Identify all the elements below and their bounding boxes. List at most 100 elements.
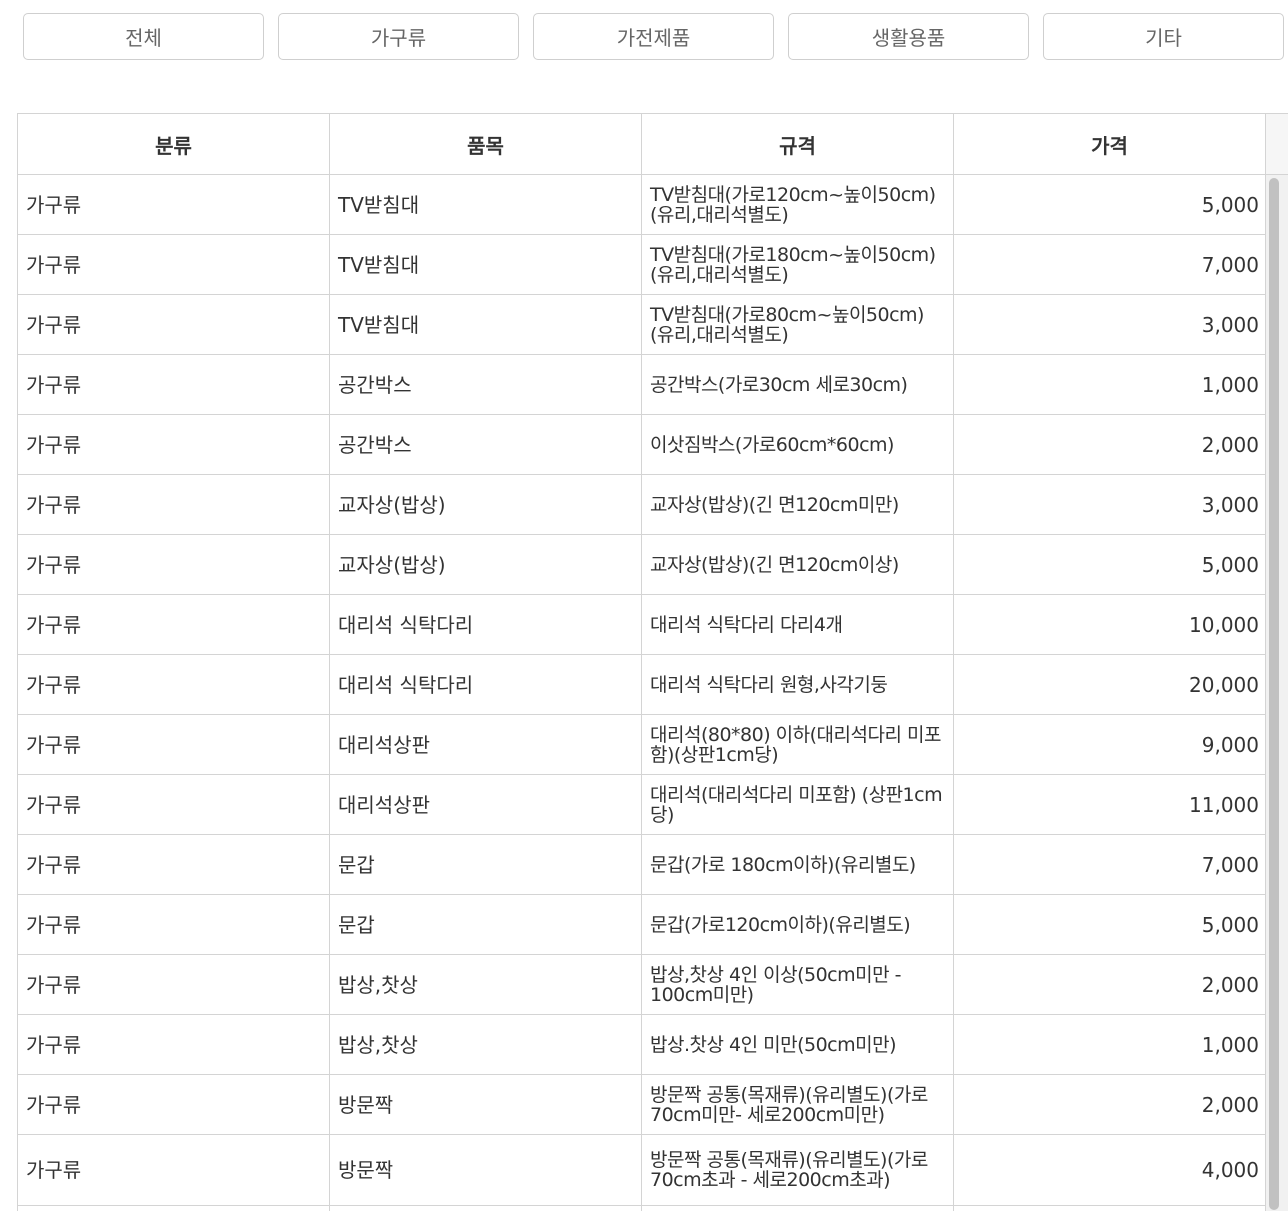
cell-item	[330, 1206, 642, 1211]
cell-item: 교자상(밥상)	[330, 475, 642, 534]
cell-item: 문갑	[330, 895, 642, 954]
cell-item: 대리석상판	[330, 715, 642, 774]
cell-category: 가구류	[18, 415, 330, 474]
cell-spec: 교자상(밥상)(긴 면120cm미만)	[642, 475, 954, 534]
cell-spec: 대리석(대리석다리 미포함) (상판1cm당)	[642, 775, 954, 834]
cell-category: 가구류	[18, 235, 330, 294]
cell-price: 5,000	[954, 175, 1266, 234]
cell-spec: 문갑(가로120cm이하)(유리별도)	[642, 895, 954, 954]
cell-category: 가구류	[18, 895, 330, 954]
filter-household-button[interactable]: 생활용품	[788, 13, 1029, 60]
header-scroll-spacer	[1266, 114, 1288, 174]
table-body: 가구류 TV받침대 TV받침대(가로120cm~높이50cm)(유리,대리석별도…	[18, 175, 1266, 1211]
cell-spec: 방문짝 공통(목재류)(유리별도)(가로70cm미만- 세로200cm미만)	[642, 1075, 954, 1134]
cell-item: 밥상,찻상	[330, 955, 642, 1014]
cell-price: 10,000	[954, 595, 1266, 654]
cell-spec: 대리석 식탁다리 원형,사각기둥	[642, 655, 954, 714]
table-row[interactable]: 가구류 밥상,찻상 밥상.찻상 4인 미만(50cm미만) 1,000	[18, 1015, 1266, 1075]
cell-category: 가구류	[18, 835, 330, 894]
cell-item: 교자상(밥상)	[330, 535, 642, 594]
cell-price: 3,000	[954, 475, 1266, 534]
table-row[interactable]: 가구류 대리석상판 대리석(대리석다리 미포함) (상판1cm당) 11,000	[18, 775, 1266, 835]
cell-spec: 방문짝 공통(목재류)(유리별도)(가로70cm초과 - 세로200cm초과)	[642, 1135, 954, 1205]
filter-appliances-button[interactable]: 가전제품	[533, 13, 774, 60]
table-row[interactable]: 가구류 교자상(밥상) 교자상(밥상)(긴 면120cm이상) 5,000	[18, 535, 1266, 595]
cell-spec: 밥상,찻상 4인 이상(50cm미만 - 100cm미만)	[642, 955, 954, 1014]
cell-spec: 공간박스(가로30cm 세로30cm)	[642, 355, 954, 414]
filter-furniture-button[interactable]: 가구류	[278, 13, 519, 60]
cell-category: 가구류	[18, 175, 330, 234]
table-row[interactable]: 가구류 TV받침대 TV받침대(가로80cm~높이50cm)(유리,대리석별도)…	[18, 295, 1266, 355]
table-row[interactable]: 가구류 대리석상판 대리석(80*80) 이하(대리석다리 미포함)(상판1cm…	[18, 715, 1266, 775]
cell-item: 공간박스	[330, 415, 642, 474]
header-category: 분류	[18, 114, 330, 174]
cell-item: 문갑	[330, 835, 642, 894]
cell-price: 7,000	[954, 835, 1266, 894]
cell-category: 가구류	[18, 535, 330, 594]
cell-category: 가구류	[18, 355, 330, 414]
filter-other-button[interactable]: 기타	[1043, 13, 1284, 60]
cell-item: TV받침대	[330, 235, 642, 294]
cell-spec: 이삿짐박스(가로60cm*60cm)	[642, 415, 954, 474]
cell-price: 2,000	[954, 955, 1266, 1014]
cell-price: 2,000	[954, 1075, 1266, 1134]
table-row[interactable]: 가구류 교자상(밥상) 교자상(밥상)(긴 면120cm미만) 3,000	[18, 475, 1266, 535]
table-row[interactable]: 가구류 대리석 식탁다리 대리석 식탁다리 다리4개 10,000	[18, 595, 1266, 655]
table-row[interactable]: 가구류 문갑 문갑(가로 180cm이하)(유리별도) 7,000	[18, 835, 1266, 895]
header-spec: 규격	[642, 114, 954, 174]
table-row[interactable]: 가구류 방문짝 방문짝 공통(목재류)(유리별도)(가로70cm초과 - 세로2…	[18, 1135, 1266, 1206]
table-row[interactable]: 가구류 방문짝 방문짝 공통(목재류)(유리별도)(가로70cm미만- 세로20…	[18, 1075, 1266, 1135]
table-row-partial[interactable]	[18, 1206, 1266, 1211]
table-row[interactable]: 가구류 TV받침대 TV받침대(가로120cm~높이50cm)(유리,대리석별도…	[18, 175, 1266, 235]
cell-spec	[642, 1206, 954, 1211]
cell-price: 5,000	[954, 535, 1266, 594]
cell-category: 가구류	[18, 715, 330, 774]
table-row[interactable]: 가구류 TV받침대 TV받침대(가로180cm~높이50cm)(유리,대리석별도…	[18, 235, 1266, 295]
cell-item: 방문짝	[330, 1135, 642, 1205]
cell-category: 가구류	[18, 955, 330, 1014]
cell-price: 7,000	[954, 235, 1266, 294]
cell-item: 대리석 식탁다리	[330, 595, 642, 654]
header-price: 가격	[954, 114, 1266, 174]
cell-spec: 교자상(밥상)(긴 면120cm이상)	[642, 535, 954, 594]
cell-item: 공간박스	[330, 355, 642, 414]
category-filter-bar: 전체 가구류 가전제품 생활용품 기타	[0, 0, 1288, 62]
cell-category: 가구류	[18, 1015, 330, 1074]
table-scrollbar-thumb[interactable]	[1269, 178, 1279, 1210]
cell-price: 20,000	[954, 655, 1266, 714]
table-header: 분류 품목 규격 가격	[18, 114, 1288, 175]
cell-item: TV받침대	[330, 175, 642, 234]
cell-category: 가구류	[18, 1135, 330, 1205]
cell-price: 5,000	[954, 895, 1266, 954]
cell-spec: 문갑(가로 180cm이하)(유리별도)	[642, 835, 954, 894]
cell-spec: 대리석 식탁다리 다리4개	[642, 595, 954, 654]
cell-spec: 대리석(80*80) 이하(대리석다리 미포함)(상판1cm당)	[642, 715, 954, 774]
cell-price: 11,000	[954, 775, 1266, 834]
fee-table: 분류 품목 규격 가격 가구류 TV받침대 TV받침대(가로120cm~높이50…	[17, 113, 1288, 1211]
table-row[interactable]: 가구류 밥상,찻상 밥상,찻상 4인 이상(50cm미만 - 100cm미만) …	[18, 955, 1266, 1015]
cell-spec: 밥상.찻상 4인 미만(50cm미만)	[642, 1015, 954, 1074]
cell-item: 대리석 식탁다리	[330, 655, 642, 714]
cell-category: 가구류	[18, 595, 330, 654]
table-row[interactable]: 가구류 공간박스 공간박스(가로30cm 세로30cm) 1,000	[18, 355, 1266, 415]
cell-price	[954, 1206, 1266, 1211]
table-row[interactable]: 가구류 공간박스 이삿짐박스(가로60cm*60cm) 2,000	[18, 415, 1266, 475]
cell-price: 1,000	[954, 355, 1266, 414]
cell-price: 1,000	[954, 1015, 1266, 1074]
table-row[interactable]: 가구류 대리석 식탁다리 대리석 식탁다리 원형,사각기둥 20,000	[18, 655, 1266, 715]
cell-category: 가구류	[18, 475, 330, 534]
cell-category: 가구류	[18, 1075, 330, 1134]
cell-spec: TV받침대(가로120cm~높이50cm)(유리,대리석별도)	[642, 175, 954, 234]
table-row[interactable]: 가구류 문갑 문갑(가로120cm이하)(유리별도) 5,000	[18, 895, 1266, 955]
cell-category: 가구류	[18, 295, 330, 354]
cell-category: 가구류	[18, 655, 330, 714]
cell-price: 4,000	[954, 1135, 1266, 1205]
filter-all-button[interactable]: 전체	[23, 13, 264, 60]
cell-category	[18, 1206, 330, 1211]
cell-spec: TV받침대(가로80cm~높이50cm)(유리,대리석별도)	[642, 295, 954, 354]
cell-category: 가구류	[18, 775, 330, 834]
cell-item: 방문짝	[330, 1075, 642, 1134]
cell-item: TV받침대	[330, 295, 642, 354]
cell-spec: TV받침대(가로180cm~높이50cm)(유리,대리석별도)	[642, 235, 954, 294]
cell-item: 대리석상판	[330, 775, 642, 834]
